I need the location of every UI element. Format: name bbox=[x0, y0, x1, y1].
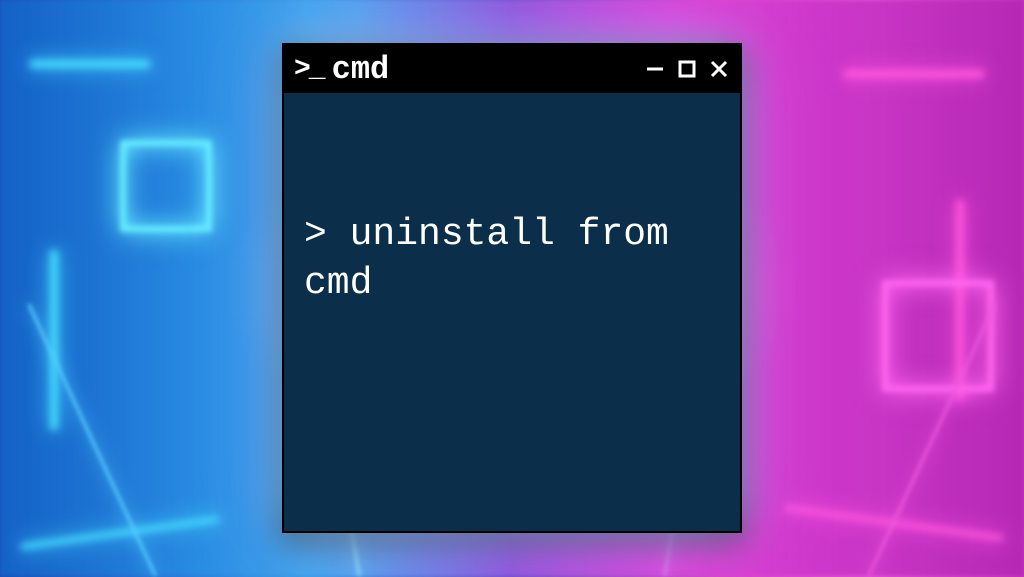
maximize-button[interactable] bbox=[676, 58, 698, 80]
neon-decor-right-2 bbox=[744, 0, 1024, 576]
close-icon bbox=[709, 59, 729, 79]
title-left: >_ cmd bbox=[294, 51, 644, 88]
window-title: cmd bbox=[332, 51, 390, 88]
minimize-icon bbox=[645, 59, 665, 79]
maximize-icon bbox=[678, 60, 696, 78]
terminal-icon: >_ bbox=[294, 54, 324, 85]
titlebar[interactable]: >_ cmd bbox=[284, 45, 740, 93]
terminal-window: >_ cmd > uninstall from cmd bbox=[282, 43, 742, 533]
terminal-body[interactable]: > uninstall from cmd bbox=[284, 93, 740, 425]
command-line: > uninstall from cmd bbox=[304, 210, 720, 309]
minimize-button[interactable] bbox=[644, 58, 666, 80]
close-button[interactable] bbox=[708, 58, 730, 80]
window-controls bbox=[644, 58, 730, 80]
neon-decor-left-2 bbox=[0, 0, 280, 576]
